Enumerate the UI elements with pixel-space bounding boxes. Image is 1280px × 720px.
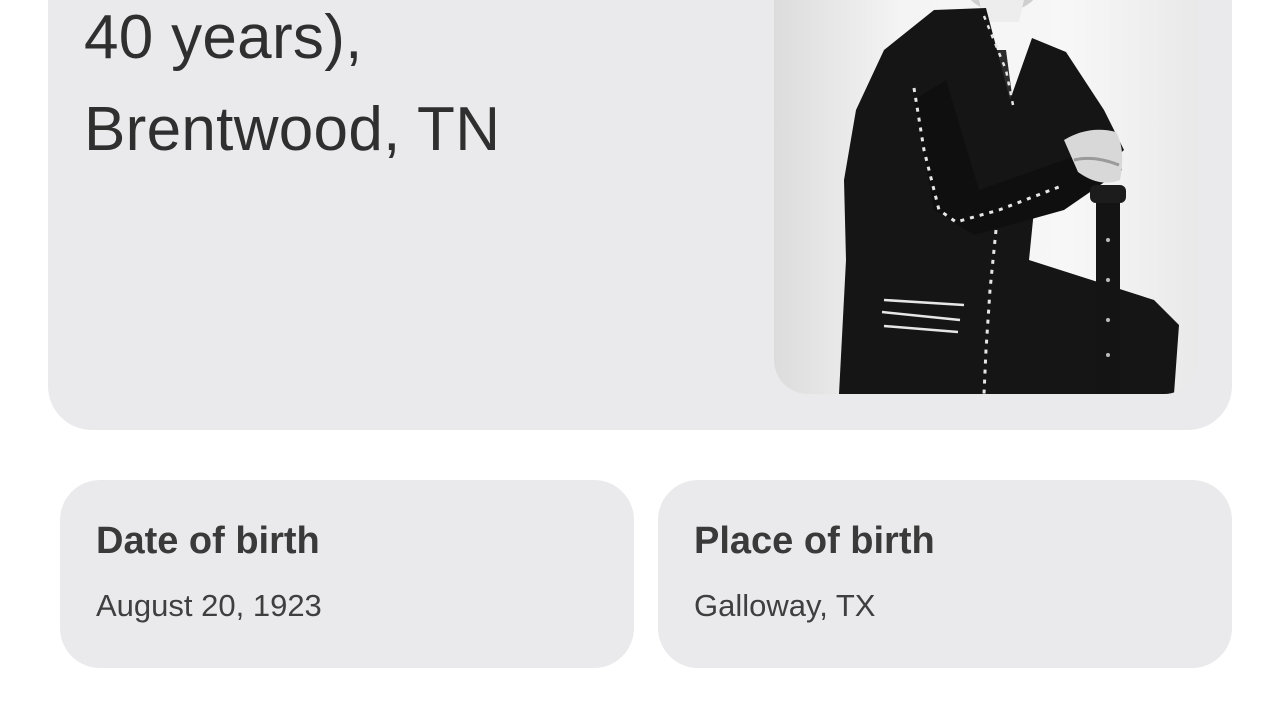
date-of-birth-label: Date of birth (96, 520, 320, 562)
place-of-birth-label: Place of birth (694, 520, 935, 562)
portrait-photo-icon (839, 0, 1179, 394)
place-of-birth-card[interactable]: Place of birth Galloway, TX (658, 480, 1232, 668)
death-info-line-1: 40 years), (84, 3, 363, 72)
portrait-image[interactable] (774, 0, 1198, 394)
death-info-card: 40 years), Brentwood, TN (48, 0, 1232, 430)
death-info-text: 40 years), Brentwood, TN (84, 0, 764, 176)
place-of-birth-value: Galloway, TX (694, 588, 876, 623)
death-info-line-2: Brentwood, TN (84, 95, 501, 164)
date-of-birth-card[interactable]: Date of birth August 20, 1923 (60, 480, 634, 668)
date-of-birth-value: August 20, 1923 (96, 588, 322, 623)
